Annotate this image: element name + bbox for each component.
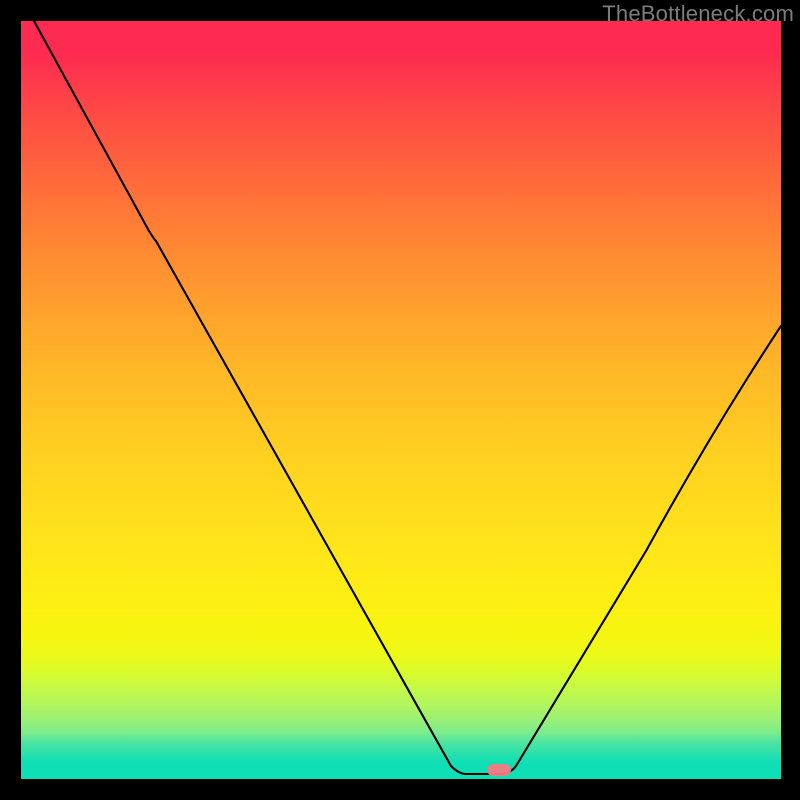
bottleneck-curve	[34, 21, 781, 774]
chart-root: TheBottleneck.com	[0, 0, 800, 800]
x-axis-baseline	[21, 779, 781, 781]
optimum-marker	[487, 764, 511, 776]
plot-area	[21, 21, 781, 781]
bottleneck-curve-svg	[21, 21, 781, 781]
